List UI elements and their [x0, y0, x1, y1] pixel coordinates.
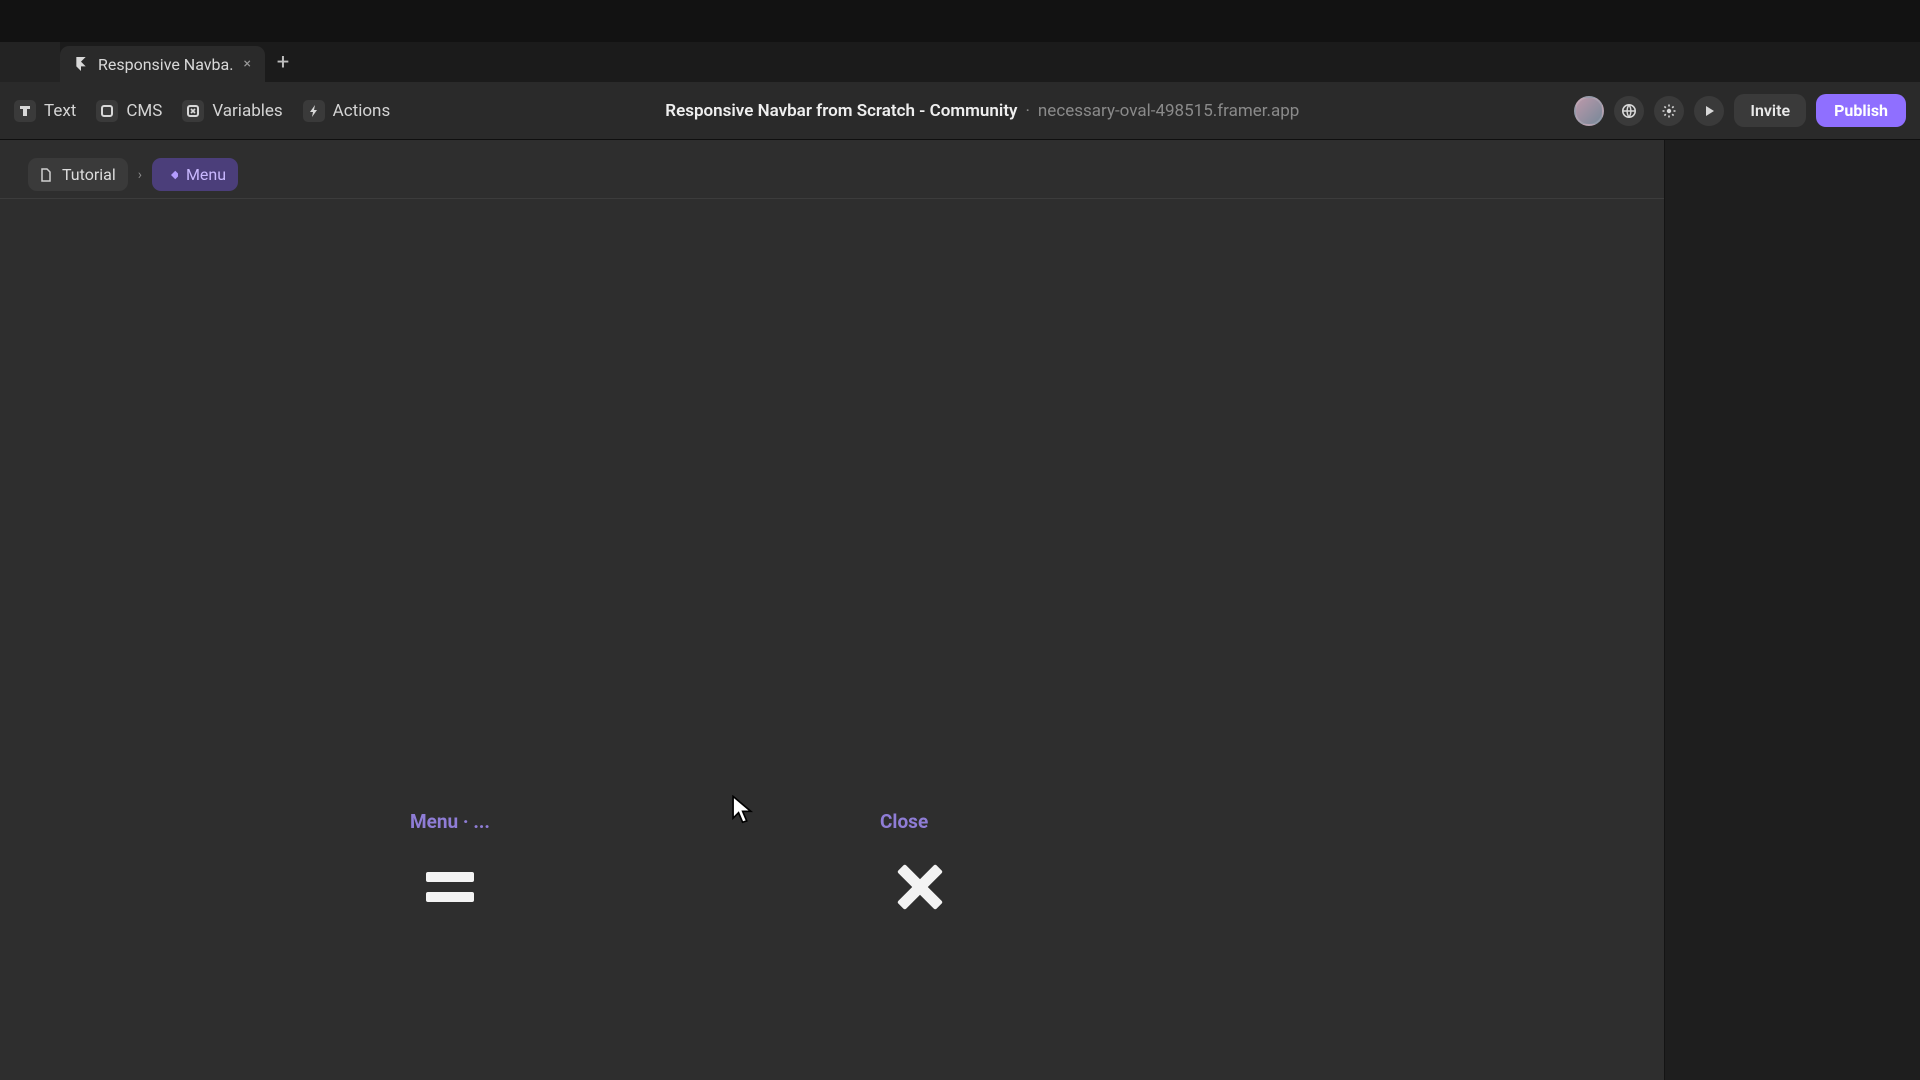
breadcrumb-component-label: Menu	[186, 165, 226, 184]
user-avatar[interactable]	[1574, 96, 1604, 126]
variant-label-close[interactable]: Close	[880, 810, 928, 833]
globe-icon	[1621, 103, 1637, 119]
tool-cms-label: CMS	[126, 101, 162, 121]
globe-button[interactable]	[1614, 96, 1644, 126]
toolbar-right-group: Invite Publish	[1574, 94, 1906, 127]
play-icon	[1702, 104, 1716, 118]
tool-text[interactable]: Text	[14, 100, 76, 122]
mouse-cursor-icon	[730, 795, 758, 825]
tool-actions-label: Actions	[333, 101, 391, 121]
preview-button[interactable]	[1694, 96, 1724, 126]
component-variant-menu[interactable]: Menu · ...	[410, 810, 490, 927]
breadcrumb-divider	[0, 198, 1664, 199]
close-tab-button[interactable]: ×	[243, 56, 250, 72]
tool-text-label: Text	[44, 101, 76, 121]
text-icon	[14, 100, 36, 122]
toolbar-title-group: Responsive Navbar from Scratch - Communi…	[410, 101, 1554, 121]
hamburger-bar	[426, 892, 474, 902]
breadcrumb-component[interactable]: Menu	[152, 158, 238, 191]
variant-label-menu[interactable]: Menu · ...	[410, 810, 490, 833]
framer-logo-icon	[74, 57, 88, 71]
breadcrumb: Tutorial › Menu	[28, 158, 238, 191]
macos-window-strip	[0, 0, 1920, 42]
tool-variables-label: Variables	[212, 101, 282, 121]
breadcrumb-page-label: Tutorial	[62, 165, 116, 184]
tool-actions[interactable]: Actions	[303, 100, 391, 122]
project-domain[interactable]: necessary-oval-498515.framer.app	[1038, 101, 1299, 121]
workspace: Tutorial › Menu Menu · ... Close	[0, 140, 1920, 1080]
variant-tile-menu[interactable]	[410, 847, 490, 927]
actions-icon	[303, 100, 325, 122]
breadcrumb-page[interactable]: Tutorial	[28, 158, 128, 191]
cms-icon	[96, 100, 118, 122]
chevron-right-icon: ›	[138, 167, 142, 183]
toolbar-tools-group: Text CMS Variables Actions	[14, 100, 390, 122]
main-toolbar: Text CMS Variables Actions Responsive Na…	[0, 82, 1920, 140]
new-tab-button[interactable]: +	[265, 42, 301, 82]
component-icon	[164, 168, 178, 182]
project-title[interactable]: Responsive Navbar from Scratch - Communi…	[665, 101, 1017, 121]
gear-icon	[1661, 103, 1677, 119]
tab-strip-leading-spacer	[0, 42, 60, 82]
hamburger-icon	[426, 872, 474, 902]
tool-variables[interactable]: Variables	[182, 100, 282, 122]
canvas[interactable]: Tutorial › Menu Menu · ... Close	[0, 140, 1665, 1080]
close-icon	[897, 864, 943, 910]
project-title-separator: ·	[1025, 101, 1029, 121]
publish-button[interactable]: Publish	[1816, 94, 1906, 127]
settings-button[interactable]	[1654, 96, 1684, 126]
component-variant-close[interactable]: Close	[880, 810, 960, 927]
project-tab[interactable]: Responsive Navba. ×	[60, 46, 265, 82]
tool-cms[interactable]: CMS	[96, 100, 162, 122]
invite-button[interactable]: Invite	[1734, 94, 1806, 127]
project-tab-title: Responsive Navba.	[98, 55, 233, 74]
variant-tile-close[interactable]	[880, 847, 960, 927]
variables-icon	[182, 100, 204, 122]
tab-strip: Responsive Navba. × +	[0, 42, 1920, 82]
properties-panel[interactable]	[1665, 140, 1920, 1080]
page-icon	[40, 168, 54, 182]
hamburger-bar	[426, 872, 474, 882]
